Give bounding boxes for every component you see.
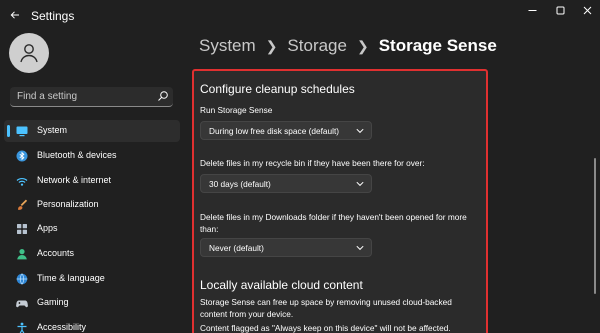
search-box bbox=[10, 87, 173, 107]
scrollbar[interactable] bbox=[594, 158, 596, 294]
maximize-button[interactable] bbox=[546, 0, 574, 20]
globe-icon bbox=[16, 273, 28, 285]
chevron-down-icon bbox=[356, 245, 364, 251]
cloud-note: Content flagged as "Always keep on this … bbox=[200, 323, 451, 333]
breadcrumb-storage[interactable]: Storage bbox=[287, 36, 347, 56]
sidebar-item-label: Personalization bbox=[37, 199, 99, 209]
cloud-section-title: Locally available cloud content bbox=[200, 278, 363, 292]
sidebar-item-gaming[interactable]: Gaming bbox=[4, 292, 180, 314]
sidebar-item-label: Time & language bbox=[37, 273, 105, 283]
sidebar-item-accounts[interactable]: Accounts bbox=[4, 243, 180, 265]
downloads-dropdown[interactable]: Never (default) bbox=[200, 238, 372, 257]
gamepad-icon bbox=[16, 300, 28, 308]
accessibility-icon bbox=[17, 322, 27, 333]
dropdown-value: 30 days (default) bbox=[209, 179, 271, 189]
sidebar-item-personalization[interactable]: Personalization bbox=[4, 194, 180, 216]
sidebar-item-label: Network & internet bbox=[37, 175, 112, 185]
sidebar-item-label: Apps bbox=[37, 223, 58, 233]
downloads-label: Delete files in my Downloads folder if t… bbox=[200, 212, 467, 234]
bluetooth-icon bbox=[16, 150, 28, 162]
page-title: Storage Sense bbox=[378, 36, 497, 55]
monitor-icon bbox=[16, 126, 28, 137]
sidebar-item-time-language[interactable]: Time & language bbox=[4, 268, 180, 290]
sidebar-item-label: Bluetooth & devices bbox=[37, 150, 117, 160]
chevron-down-icon bbox=[356, 181, 364, 187]
app-title: Settings bbox=[31, 9, 75, 23]
chevron-right-icon: ❯ bbox=[265, 37, 278, 54]
cleanup-settings-card: Configure cleanup schedules Run Storage … bbox=[192, 69, 488, 333]
sidebar-item-bluetooth[interactable]: Bluetooth & devices bbox=[4, 145, 180, 167]
back-arrow-icon bbox=[10, 11, 19, 19]
cloud-description: Storage Sense can free up space by remov… bbox=[200, 297, 452, 319]
sidebar-item-accessibility[interactable]: Accessibility bbox=[4, 317, 180, 333]
breadcrumb-system[interactable]: System bbox=[199, 36, 256, 56]
apps-icon bbox=[17, 224, 27, 234]
wifi-icon bbox=[16, 177, 28, 186]
minimize-button[interactable] bbox=[518, 0, 546, 20]
search-icon[interactable] bbox=[157, 90, 169, 102]
close-button[interactable] bbox=[573, 0, 600, 20]
chevron-down-icon bbox=[356, 128, 364, 134]
active-indicator bbox=[7, 125, 10, 137]
avatar[interactable] bbox=[9, 33, 49, 73]
chevron-right-icon: ❯ bbox=[356, 37, 369, 54]
brush-icon bbox=[18, 199, 28, 210]
close-icon bbox=[583, 6, 591, 14]
cleanup-section-title: Configure cleanup schedules bbox=[200, 82, 355, 96]
dropdown-value: Never (default) bbox=[209, 243, 264, 253]
sidebar-item-label: System bbox=[37, 125, 68, 135]
sidebar-item-label: Accounts bbox=[37, 248, 75, 258]
run-storage-sense-label: Run Storage Sense bbox=[200, 105, 273, 115]
search-input[interactable] bbox=[10, 87, 150, 106]
person-icon bbox=[17, 249, 27, 260]
title-bar: Settings bbox=[0, 0, 600, 32]
sidebar-item-label: Gaming bbox=[37, 297, 69, 307]
person-icon bbox=[20, 44, 38, 63]
minimize-icon bbox=[528, 9, 536, 11]
back-button[interactable] bbox=[4, 4, 26, 26]
dropdown-value: During low free disk space (default) bbox=[209, 126, 340, 136]
sidebar-item-label: Accessibility bbox=[37, 322, 87, 332]
sidebar-item-system[interactable]: System bbox=[4, 120, 180, 142]
sidebar-item-apps[interactable]: Apps bbox=[4, 218, 180, 240]
recycle-bin-dropdown[interactable]: 30 days (default) bbox=[200, 174, 372, 193]
maximize-icon bbox=[556, 6, 564, 14]
breadcrumb: System ❯ Storage ❯ Storage Sense bbox=[199, 36, 497, 56]
run-storage-sense-dropdown[interactable]: During low free disk space (default) bbox=[200, 121, 372, 140]
recycle-bin-label: Delete files in my recycle bin if they h… bbox=[200, 158, 425, 168]
sidebar-item-network[interactable]: Network & internet bbox=[4, 170, 180, 192]
